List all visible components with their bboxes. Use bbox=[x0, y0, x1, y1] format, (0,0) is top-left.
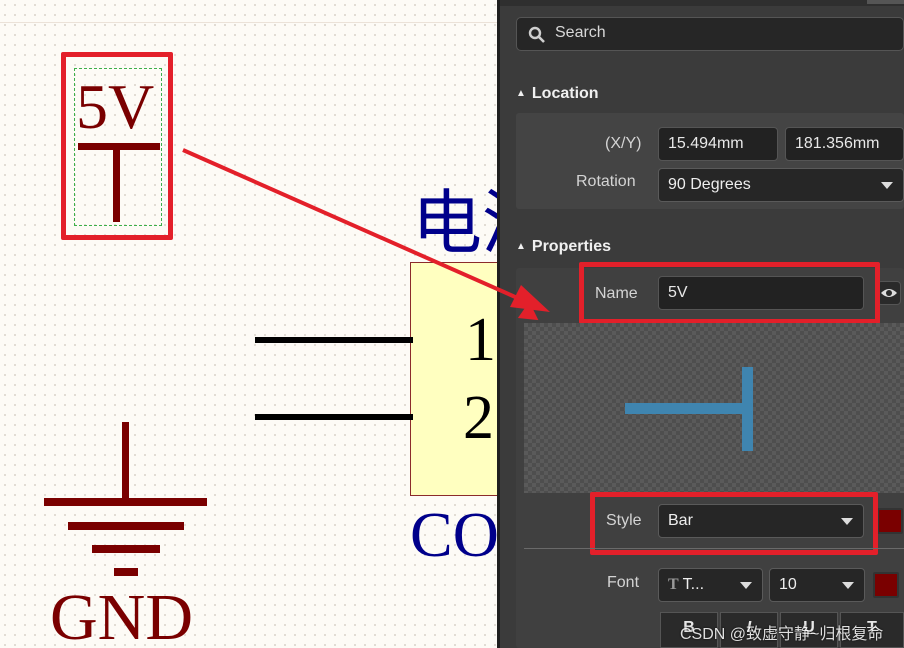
panel-edge bbox=[497, 0, 500, 648]
component-body[interactable] bbox=[410, 262, 497, 496]
highlight-style-field bbox=[590, 492, 878, 555]
panel-topbar bbox=[500, 0, 904, 6]
search-input[interactable]: Search bbox=[555, 24, 606, 42]
search-icon bbox=[528, 26, 545, 43]
rotation-dropdown[interactable]: 90 Degrees bbox=[658, 168, 904, 202]
rotation-label: Rotation bbox=[576, 173, 636, 190]
gnd-bar-1 bbox=[44, 498, 207, 506]
font-label: Font bbox=[607, 574, 640, 591]
pin-2-number: 2 bbox=[463, 384, 494, 452]
font-type-icon: T bbox=[668, 576, 679, 593]
highlight-power-port bbox=[61, 52, 173, 240]
highlight-name-field bbox=[579, 262, 880, 324]
location-header-label: Location bbox=[531, 85, 599, 102]
eye-icon bbox=[881, 289, 897, 297]
xy-label: (X/Y) bbox=[605, 135, 642, 152]
pin-1-line[interactable] bbox=[255, 337, 413, 343]
component-designator: CO bbox=[410, 499, 497, 570]
preview-bar bbox=[742, 367, 753, 451]
gnd-bar-3 bbox=[92, 545, 160, 553]
chevron-down-icon bbox=[881, 182, 893, 189]
gnd-bar-4 bbox=[114, 568, 138, 576]
pin-2-line[interactable] bbox=[255, 414, 413, 420]
schematic-canvas[interactable]: 5V 电源 1 2 CO GND bbox=[0, 0, 497, 648]
y-input[interactable]: 181.356mm bbox=[785, 127, 904, 161]
watermark: CSDN @致虚守静~归根复命 bbox=[680, 626, 884, 643]
rotation-value: 90 Degrees bbox=[668, 176, 751, 193]
properties-section-header[interactable]: ▲ Properties bbox=[516, 238, 611, 256]
font-family-value: T... bbox=[682, 576, 705, 593]
collapse-triangle-icon: ▲ bbox=[516, 241, 526, 252]
port-style-preview bbox=[524, 323, 904, 493]
gnd-label: GND bbox=[50, 581, 193, 648]
collapse-triangle-icon: ▲ bbox=[516, 88, 526, 99]
gnd-stem bbox=[122, 422, 129, 500]
search-box[interactable]: Search bbox=[516, 17, 904, 51]
panel-top-button[interactable] bbox=[867, 0, 904, 4]
chevron-down-icon bbox=[740, 582, 752, 589]
font-family-dropdown[interactable]: T T... bbox=[658, 568, 763, 602]
properties-header-label: Properties bbox=[531, 238, 612, 255]
gnd-bar-2 bbox=[68, 522, 184, 530]
font-size-dropdown[interactable]: 10 bbox=[769, 568, 865, 602]
preview-stem bbox=[625, 403, 750, 414]
pin-1-number: 1 bbox=[465, 306, 496, 374]
visibility-toggle[interactable] bbox=[877, 281, 901, 305]
color-swatch[interactable] bbox=[877, 508, 903, 534]
font-size-value: 10 bbox=[779, 576, 797, 593]
component-title: 电源 bbox=[412, 184, 497, 262]
location-section-header[interactable]: ▲ Location bbox=[516, 85, 599, 103]
gnd-port[interactable]: GND bbox=[42, 422, 212, 648]
x-input[interactable]: 15.494mm bbox=[658, 127, 778, 161]
section-divider bbox=[524, 548, 904, 549]
font-color-swatch[interactable] bbox=[873, 572, 899, 598]
canvas-top-border bbox=[0, 0, 497, 23]
chevron-down-icon bbox=[842, 582, 854, 589]
properties-panel: Search ▲ Location (X/Y) 15.494mm 181.356m… bbox=[497, 0, 904, 648]
